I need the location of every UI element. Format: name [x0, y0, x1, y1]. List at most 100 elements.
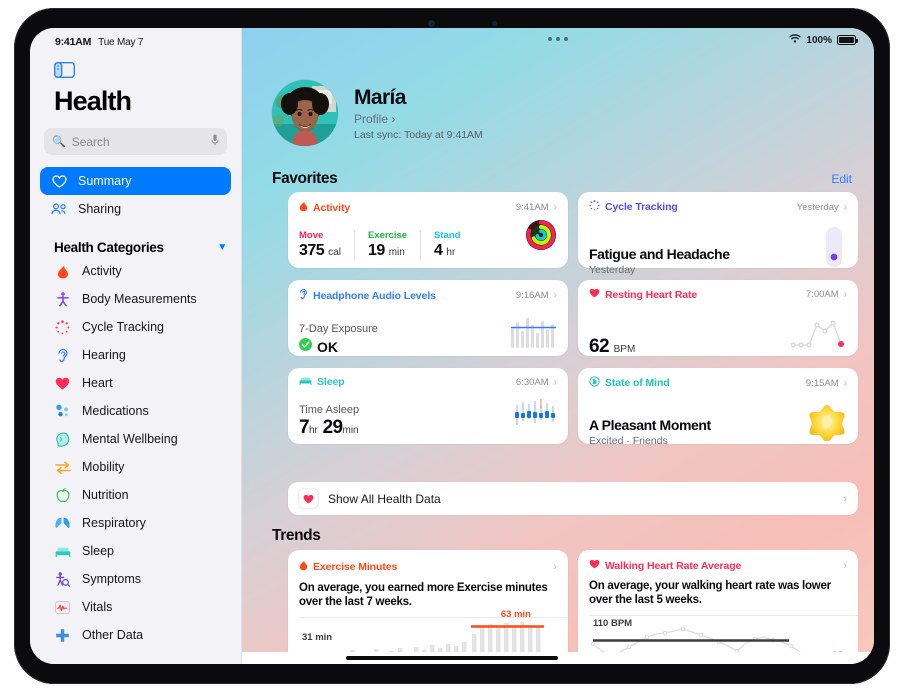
card-timestamp: 9:15AM — [805, 377, 839, 389]
heart-filled-icon — [589, 288, 600, 301]
ambient-sensor — [492, 21, 497, 26]
plus-cross-icon — [54, 628, 71, 643]
ear-icon — [54, 348, 71, 363]
trends-heading: Trends — [272, 527, 321, 544]
sidebar-item-cycle-tracking[interactable]: Cycle Tracking — [30, 313, 241, 341]
vitals-icon — [54, 600, 71, 614]
profile-name: María — [354, 86, 406, 109]
card-timestamp: 7:00AM — [805, 289, 839, 300]
show-all-health-data-row[interactable]: Show All Health Data › — [288, 482, 858, 515]
mobility-icon — [54, 460, 71, 474]
bed-icon — [54, 546, 71, 557]
flame-icon — [299, 200, 308, 215]
sidebar-item-summary[interactable]: Summary — [40, 167, 231, 195]
front-camera — [428, 20, 435, 27]
sidebar-item-activity[interactable]: Activity — [30, 257, 241, 285]
trend-baseline-label: 31 min — [302, 632, 333, 643]
favorites-heading: Favorites — [272, 170, 338, 187]
sidebar-item-sharing[interactable]: Sharing — [40, 195, 231, 223]
sidebar-item-label: Body Measurements — [82, 292, 197, 306]
card-activity[interactable]: Activity 9:41AM › Move 375 cal Exercise … — [288, 192, 568, 268]
sidebar-item-label: Other Data — [82, 628, 144, 642]
people-icon — [50, 203, 68, 215]
wifi-icon — [789, 34, 802, 46]
chevron-right-icon: › — [843, 492, 847, 505]
battery-percent-label: 100% — [806, 34, 832, 46]
card-timestamp: Yesterday — [796, 201, 839, 213]
health-categories-label: Health Categories — [54, 240, 164, 255]
trend-card-exercise-minutes[interactable]: Exercise Minutes › On average, you earne… — [288, 550, 568, 664]
metric-unit: hr — [446, 247, 456, 258]
sleep-hours-unit: hr — [308, 425, 318, 436]
lungs-icon — [54, 516, 71, 530]
card-title-label: State of Mind — [605, 377, 670, 389]
sidebar-item-symptoms[interactable]: Symptoms — [30, 565, 241, 593]
last-sync-label: Last sync: Today at 9:41AM — [354, 129, 483, 141]
page-title: Health — [54, 86, 132, 116]
sidebar-item-sleep[interactable]: Sleep — [30, 537, 241, 565]
metric-value: 4 — [434, 242, 443, 259]
sidebar-item-hearing[interactable]: Hearing — [30, 341, 241, 369]
chevron-right-icon: › — [843, 201, 847, 213]
sidebar-item-nutrition[interactable]: Nutrition — [30, 481, 241, 509]
check-circle-icon — [299, 338, 312, 356]
card-subtext: Yesterday — [589, 264, 636, 276]
heart-rate-value: 62 — [589, 336, 610, 357]
sidebar-toggle-icon[interactable] — [53, 61, 76, 79]
bed-icon — [299, 376, 312, 388]
sleep-minutes-unit: min — [342, 425, 359, 436]
card-resting-heart-rate[interactable]: Resting Heart Rate 7:00AM › 62 BPM — [578, 280, 858, 357]
sidebar-item-other-data[interactable]: Other Data — [30, 621, 241, 649]
pills-icon — [54, 404, 71, 418]
card-sleep[interactable]: Sleep 6:30AM › Time Asleep 7hr 29min — [288, 368, 568, 444]
card-title-label: Resting Heart Rate — [605, 288, 698, 301]
ipad-device-frame: 9:41AM Tue May 7 Health 🔍 Search Summary… — [14, 8, 890, 684]
multitask-dot — [556, 37, 560, 41]
mind-icon — [589, 376, 600, 390]
trend-baseline-label: 110 BPM — [593, 618, 633, 629]
profile-link[interactable]: Profile › — [354, 112, 483, 126]
chevron-right-icon: › — [553, 560, 557, 573]
sidebar-item-medications[interactable]: Medications — [30, 397, 241, 425]
sidebar-item-mobility[interactable]: Mobility — [30, 453, 241, 481]
card-state-of-mind[interactable]: State of Mind 9:15AM › A Pleasant Moment… — [578, 368, 858, 447]
card-title-label: Activity — [313, 201, 351, 214]
edit-button[interactable]: Edit — [831, 172, 852, 186]
flame-icon — [54, 264, 71, 279]
sidebar-item-respiratory[interactable]: Respiratory — [30, 509, 241, 537]
chevron-down-icon[interactable]: ▼ — [217, 242, 227, 253]
health-categories-header[interactable]: Health Categories ▼ — [54, 240, 227, 255]
metric-move: Move 375 cal — [299, 230, 354, 260]
home-indicator[interactable] — [346, 656, 558, 660]
chevron-right-icon: › — [843, 289, 847, 300]
sleep-hours: 7 — [299, 417, 310, 438]
sidebar-item-mental-wellbeing[interactable]: Mental Wellbeing — [30, 425, 241, 453]
battery-icon — [837, 35, 858, 45]
multitask-dot — [564, 37, 568, 41]
sidebar-item-vitals[interactable]: Vitals — [30, 593, 241, 621]
sidebar-item-label: Sleep — [82, 544, 114, 558]
card-timestamp: 9:16AM — [515, 290, 549, 301]
sidebar-item-label: Hearing — [82, 348, 126, 362]
trend-card-walking-heart-rate[interactable]: Walking Heart Rate Average › On average,… — [578, 550, 858, 664]
sidebar: 9:41AM Tue May 7 Health 🔍 Search Summary… — [30, 28, 242, 664]
avatar[interactable] — [272, 80, 338, 146]
sidebar-item-label: Heart — [82, 376, 113, 390]
sidebar-item-label: Cycle Tracking — [82, 320, 164, 334]
apple-icon — [54, 487, 71, 503]
card-headline: A Pleasant Moment — [589, 417, 711, 433]
chevron-right-icon: › — [843, 559, 847, 572]
heart-filled-icon — [589, 559, 600, 572]
card-timestamp: 9:41AM — [515, 202, 549, 213]
profile-header[interactable]: María Profile › Last sync: Today at 9:41… — [272, 80, 483, 146]
sidebar-item-heart[interactable]: Heart — [30, 369, 241, 397]
sleep-label: Time Asleep — [299, 404, 360, 416]
multitask-dot — [548, 37, 552, 41]
sidebar-item-label: Symptoms — [82, 572, 142, 586]
sidebar-item-body-measurements[interactable]: Body Measurements — [30, 285, 241, 313]
card-cycle-tracking[interactable]: Cycle Tracking Yesterday › Fatigue and H… — [578, 192, 858, 276]
search-input[interactable]: 🔍 Search — [44, 128, 227, 155]
multitasking-control[interactable] — [548, 37, 568, 41]
microphone-icon[interactable] — [211, 134, 219, 149]
card-headphone-audio-levels[interactable]: Headphone Audio Levels 9:16AM › 7-Day Ex… — [288, 280, 568, 356]
